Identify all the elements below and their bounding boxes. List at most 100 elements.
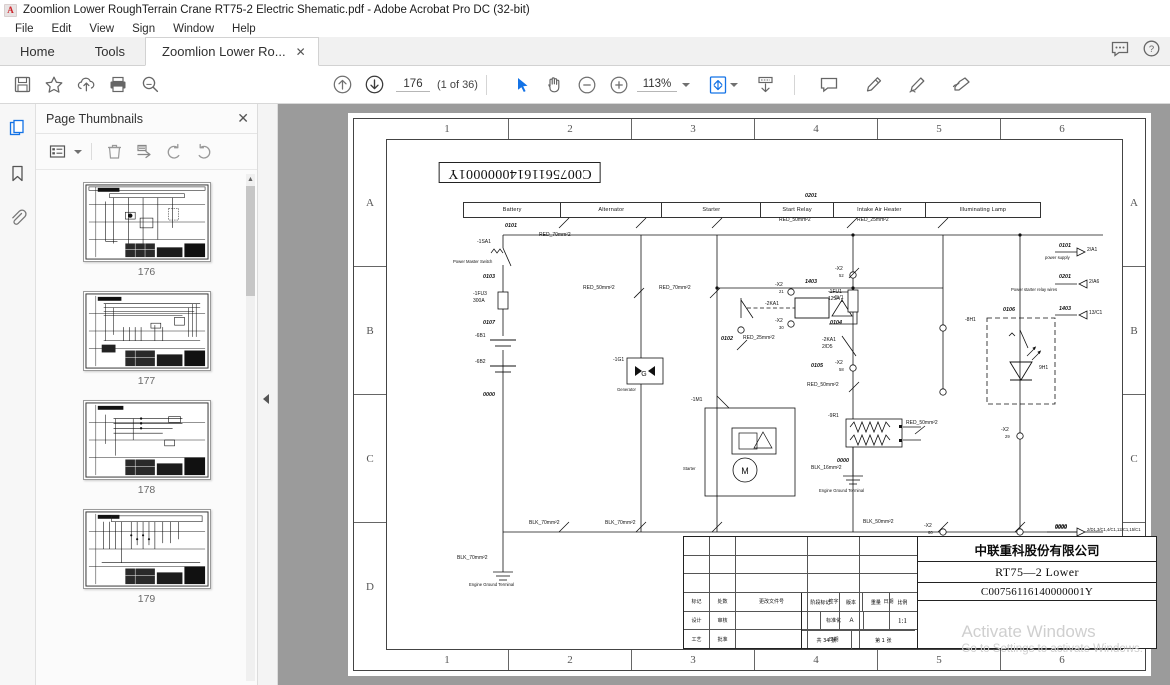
list-item[interactable]: 178	[36, 400, 257, 496]
panel-splitter[interactable]	[258, 104, 278, 685]
thumbnails-toolbar	[36, 134, 257, 170]
wire-spec-blk70-1: BLK_70mm²2	[529, 520, 560, 526]
wire-spec-blk50-1: BLK_50mm²2	[863, 519, 894, 525]
close-icon[interactable]: ✕	[237, 110, 249, 127]
wire-label-1403: 1403	[805, 279, 817, 285]
terminal-x2-30: -X2	[775, 318, 783, 324]
terminal-x2-52-num: 52	[839, 273, 844, 278]
document-viewport[interactable]: 1 2 3 4 5 6 1 2 3 4 5 6 A B C D A B C C0…	[278, 104, 1170, 685]
thumbnails-list[interactable]: 176 177 178 179 ▲	[36, 170, 257, 685]
scrollbar-thumb[interactable]	[246, 186, 255, 296]
wire-spec-blk70-3: BLK_70mm²2	[457, 555, 488, 561]
device-rating-1fu3: 300A	[473, 298, 485, 304]
star-icon[interactable]	[38, 70, 70, 100]
menu-edit[interactable]: Edit	[43, 23, 81, 35]
menu-view[interactable]: View	[80, 23, 123, 35]
list-item[interactable]: 177	[36, 291, 257, 387]
ground-label-1: Engine Ground Terminal	[469, 582, 515, 587]
menu-help[interactable]: Help	[223, 23, 265, 35]
list-item[interactable]: 176	[36, 182, 257, 278]
column-label: 2	[509, 119, 632, 139]
search-icon[interactable]	[134, 70, 166, 100]
page-total-label: (1 of 36)	[437, 78, 478, 91]
draw-freehand-icon[interactable]	[901, 70, 933, 100]
xref-target-2a6: 2/A6	[1089, 279, 1100, 285]
page-number-input[interactable]: 176	[396, 78, 430, 92]
chevron-up-icon[interactable]: ▲	[246, 174, 255, 184]
collapse-panel-icon[interactable]	[263, 394, 269, 404]
arrow-down-circle-icon[interactable]	[358, 70, 390, 100]
comment-icon[interactable]	[813, 70, 845, 100]
close-icon[interactable]: ✕	[296, 46, 306, 58]
sheet-current: 第 1 张	[875, 637, 892, 644]
xref-desc-power-supply: power supply	[1045, 255, 1070, 260]
title-block-blank	[918, 601, 1156, 648]
chevron-down-icon[interactable]	[74, 149, 82, 154]
list-item[interactable]: 179	[36, 509, 257, 605]
delete-icon[interactable]	[101, 140, 127, 164]
wire-spec-blk16-1: BLK_16mm²2	[811, 465, 842, 471]
drawing-code: C00756116140000001Y	[918, 583, 1156, 601]
arrow-up-circle-icon[interactable]	[326, 70, 358, 100]
minus-circle-icon[interactable]	[571, 70, 603, 100]
navigation-rail	[0, 104, 36, 685]
page-thumbnail[interactable]	[82, 291, 211, 371]
print-icon[interactable]	[102, 70, 134, 100]
tab-document[interactable]: Zoomlion Lower Ro... ✕	[145, 37, 319, 66]
rotate-cw-icon[interactable]	[191, 140, 217, 164]
menu-sign[interactable]: Sign	[123, 23, 164, 35]
signoff-label: 审核	[710, 611, 736, 630]
options-list-icon[interactable]	[44, 140, 70, 164]
drawing-model: RT75—2 Lower	[918, 562, 1156, 583]
device-tag-6b2: -6B2	[475, 359, 486, 365]
thumbnails-divider	[91, 143, 92, 160]
meta-header: 版本	[840, 593, 864, 611]
page-thumbnails-icon[interactable]	[5, 116, 31, 142]
chevron-down-icon[interactable]	[681, 82, 690, 87]
wire-spec-red70-2: RED_70mm²2	[659, 285, 691, 291]
meta-header: 重量	[863, 593, 890, 611]
page-thumbnail[interactable]	[82, 182, 211, 262]
sheet-total: 共 34 张	[802, 631, 852, 649]
menu-file[interactable]: File	[6, 23, 43, 35]
device-ref-2ka1: -2KA1	[822, 337, 836, 343]
meta-header: 阶段标记	[802, 593, 840, 611]
column-label: 6	[1059, 123, 1065, 135]
cursor-arrow-icon[interactable]	[507, 70, 539, 100]
hand-icon[interactable]	[539, 70, 571, 100]
extract-pages-icon[interactable]	[131, 140, 157, 164]
tab-home[interactable]: Home	[0, 37, 75, 65]
upload-cloud-icon[interactable]	[70, 70, 102, 100]
highlight-pen-icon[interactable]	[857, 70, 889, 100]
wire-spec-red50-4: RED_50mm²2	[906, 420, 938, 426]
save-icon[interactable]	[6, 70, 38, 100]
wire-spec-blk70-2: BLK_70mm²2	[605, 520, 636, 526]
column-strip-top: 1 2 3 4 5 6	[386, 119, 1123, 139]
attachments-icon[interactable]	[5, 204, 31, 230]
rotate-ccw-icon[interactable]	[161, 140, 187, 164]
toolbar-file-group	[6, 70, 166, 100]
terminal-x2-58: -X2	[835, 360, 843, 366]
zoom-control[interactable]: 113%	[636, 78, 690, 92]
comment-balloon-icon[interactable]	[1111, 41, 1129, 62]
window-title: Zoomlion Lower RoughTerrain Crane RT75-2…	[23, 4, 530, 16]
plus-circle-icon[interactable]	[603, 70, 635, 100]
tab-tools[interactable]: Tools	[75, 37, 145, 65]
help-circle-icon[interactable]: ?	[1143, 40, 1160, 62]
menu-window[interactable]: Window	[164, 23, 223, 35]
revision-col-header: 处数	[710, 593, 736, 611]
zoom-level-value[interactable]: 113%	[636, 78, 677, 92]
page-thumbnail[interactable]	[82, 509, 211, 589]
terminal-x2-30-num: 30	[779, 325, 784, 330]
page-thumbnail[interactable]	[82, 400, 211, 480]
fit-page-chevron-icon[interactable]	[729, 82, 738, 87]
thumbnails-header: Page Thumbnails ✕	[36, 104, 257, 134]
device-tag-1g1: -1G1	[613, 357, 625, 363]
toolbar-divider-1	[485, 74, 487, 95]
signoff-label: 设计	[684, 611, 710, 630]
bookmarks-icon[interactable]	[5, 160, 31, 186]
thumbnails-scrollbar[interactable]: ▲	[246, 174, 255, 681]
scroll-mode-icon[interactable]	[750, 70, 782, 100]
table-row	[684, 537, 917, 556]
sign-icon[interactable]	[945, 70, 977, 100]
